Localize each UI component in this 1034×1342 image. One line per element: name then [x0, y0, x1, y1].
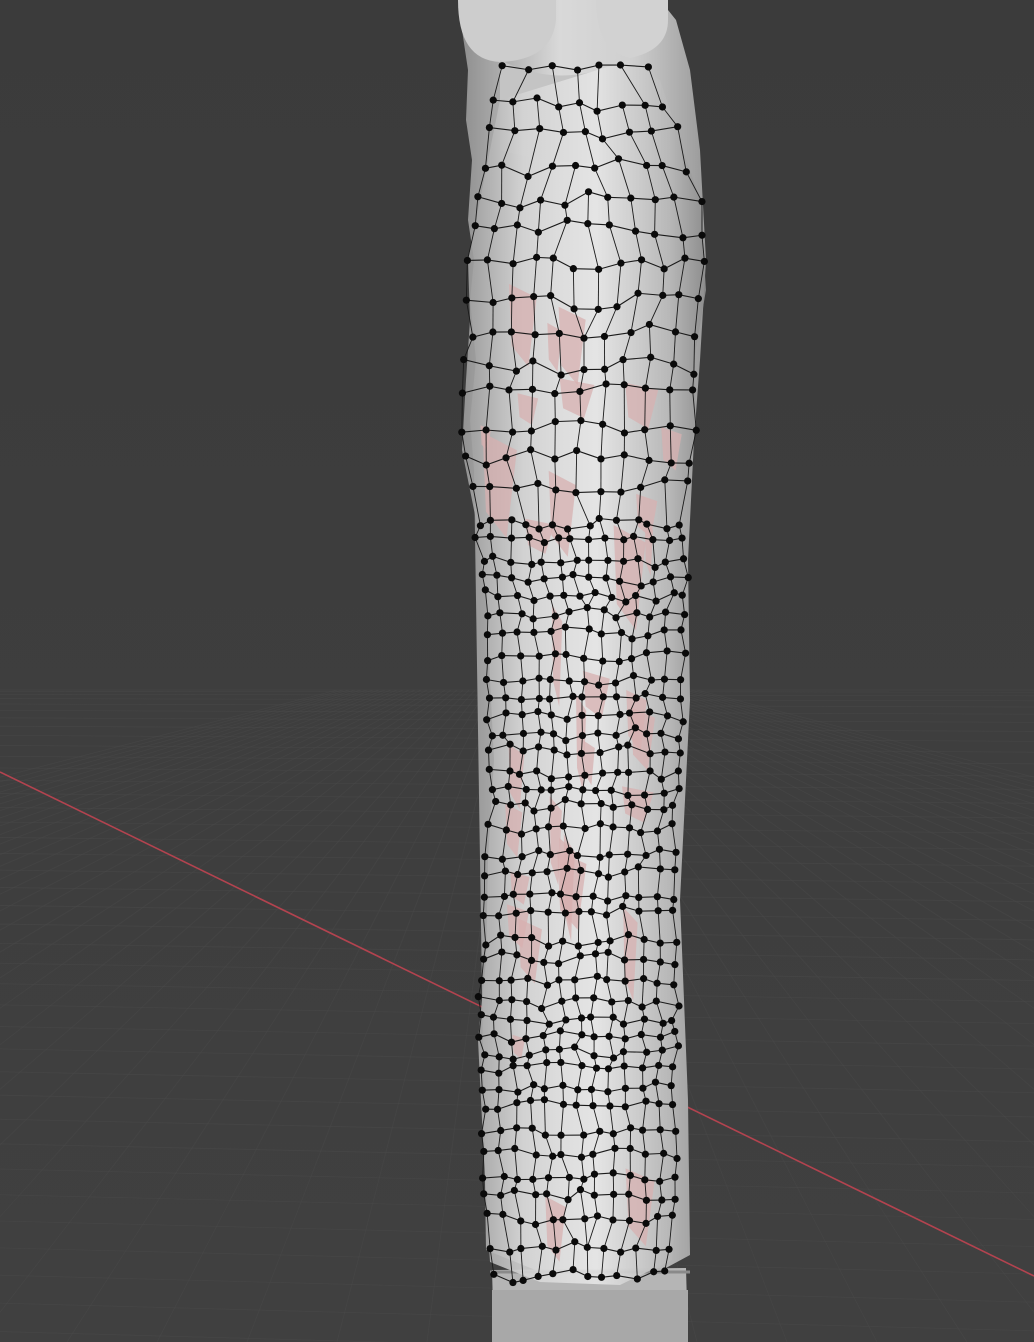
3d-viewport[interactable]: [0, 0, 1034, 1342]
viewport-canvas[interactable]: [0, 0, 1034, 1342]
garment-mesh[interactable]: [458, 60, 708, 1287]
base-pedestal-shade: [492, 1290, 688, 1342]
